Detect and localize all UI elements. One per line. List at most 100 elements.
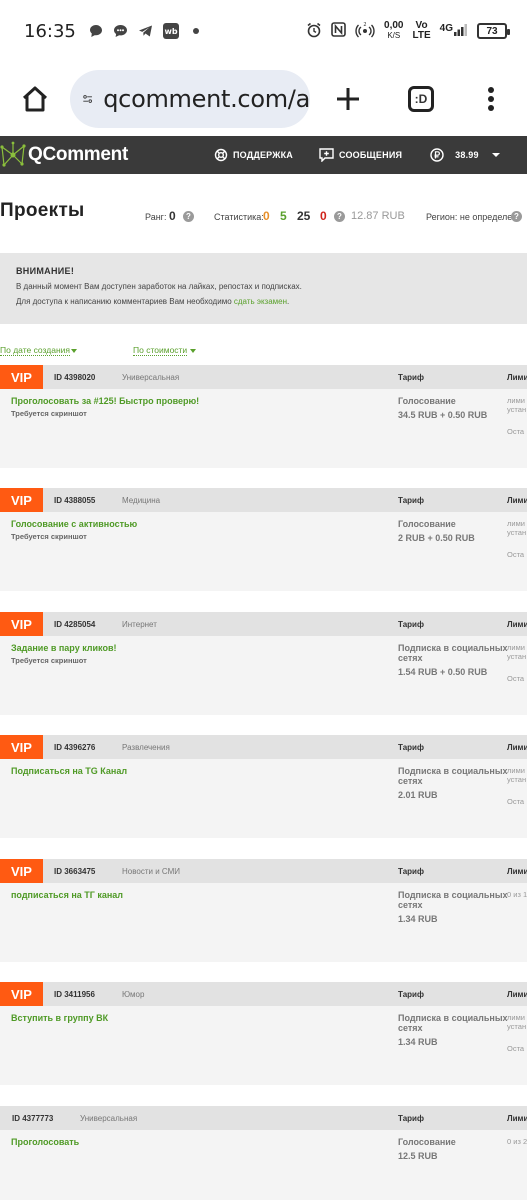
task-remaining: Оста [507,550,525,559]
browser-menu-button[interactable] [456,69,526,129]
task-tariff: Подписка в социальных сетях [398,766,508,786]
task-price: 1.34 RUB [398,914,438,924]
task-card-header: VIP ID 3411956 Юмор Тариф Лими [0,982,527,1006]
tariff-header: Тариф [398,373,424,382]
task-card-header: VIP ID 4388055 Медицина Тариф Лими [0,488,527,512]
task-card-body: Проголосовать Голосование 12.5 RUB 0 из 2 [0,1130,527,1200]
task-price: 12.5 RUB [398,1151,438,1161]
sort-controls: По дате создания По стоимости [0,344,527,358]
task-title-link[interactable]: Голосование с активностью [11,519,137,529]
task-card-header: ID 4377773 Универсальная Тариф Лими [0,1106,527,1130]
page-title: Проекты [0,200,85,221]
alarm-icon [306,22,322,41]
site-logo[interactable]: QComment [0,141,128,169]
task-card[interactable]: VIP ID 4398020 Универсальная Тариф Лими Прого… [0,365,527,468]
task-title-link[interactable]: Подписаться на TG Канал [11,766,127,776]
home-icon [22,86,48,112]
task-id: ID 4398020 [54,373,96,382]
battery-indicator: 73 [477,23,510,39]
svg-text:2: 2 [363,22,366,28]
task-category: Медицина [122,496,161,505]
system-icons: 2 0,00 K/S Vo LTE 4G 73 [306,21,510,41]
task-card[interactable]: VIP ID 3411956 Юмор Тариф Лими Вступить в гру… [0,982,527,1085]
task-limit-line-1: лими [507,643,525,652]
chevron-down-icon [491,153,500,157]
task-title-link[interactable]: Проголосовать за #125! Быстро проверю! [11,396,199,406]
task-id: ID 4396276 [54,743,96,752]
rank-label: Ранг: [145,212,167,222]
task-price: 1.54 RUB + 0.50 RUB [398,667,488,677]
home-button[interactable] [0,69,70,129]
task-card[interactable]: ID 4377773 Универсальная Тариф Лими Проголос… [0,1106,527,1200]
task-card[interactable]: VIP ID 4388055 Медицина Тариф Лими Голосовани… [0,488,527,591]
task-remaining: Оста [507,797,525,806]
sort-by-price[interactable]: По стоимости [133,345,188,356]
vip-badge: VIP [0,859,43,883]
limit-header: Лими [507,620,527,629]
stats-money: 12.87 RUB [351,210,405,222]
task-price: 34.5 RUB + 0.50 RUB [398,410,488,420]
plus-icon [337,88,359,110]
task-card-body: Подписаться на TG Канал Подписка в социал… [0,759,527,838]
task-card-body: Голосование с активностью Требуется скрин… [0,512,527,591]
task-limit-line-1: лими [507,766,525,775]
rank-value: 0 [169,209,176,223]
task-id: ID 4285054 [54,620,96,629]
task-card-header: VIP ID 4398020 Универсальная Тариф Лими [0,365,527,389]
dot-icon [188,23,204,39]
notification-icons: wb [88,23,204,39]
task-limit: лими устан [507,1013,526,1031]
vip-badge: VIP [0,612,43,636]
vip-badge: VIP [0,365,43,389]
task-limit-line-2: устан [507,652,527,661]
stats-help-icon[interactable]: ? [334,211,345,222]
message-plus-icon [319,148,334,162]
task-card[interactable]: VIP ID 4396276 Развлечения Тариф Лими Подписа… [0,735,527,838]
address-bar[interactable]: qcomment.com/a [70,70,310,128]
exam-link[interactable]: сдать экзамен [234,297,287,306]
task-limit-line-1: лими [507,519,525,528]
task-title-link[interactable]: подписаться на ТГ канал [11,890,123,900]
task-remaining: Оста [507,427,525,436]
region-label: Регион: не определен [426,212,518,222]
region-help-icon[interactable]: ? [511,211,522,222]
messages-link[interactable]: СООБЩЕНИЯ [319,148,402,162]
new-tab-button[interactable] [310,69,386,129]
stats-label: Статистика: [214,212,264,222]
wb-icon: wb [162,23,179,39]
notice-line-1: В данный момент Вам доступен заработок н… [16,282,302,291]
task-title-link[interactable]: Вступить в группу ВК [11,1013,108,1023]
limit-header: Лими [507,867,527,876]
site-settings-icon[interactable] [82,86,93,112]
limit-header: Лими [507,990,527,999]
limit-header: Лими [507,1114,527,1123]
task-limit-line-2: устан [507,775,527,784]
balance-dropdown[interactable]: 38.99 [430,148,506,162]
chat-bubble-icon [88,23,104,39]
support-link[interactable]: ПОДДЕРЖКА [214,148,293,162]
task-title-link[interactable]: Проголосовать [11,1137,79,1147]
task-card-body: подписаться на ТГ канал Подписка в социал… [0,883,527,962]
svg-text:wb: wb [164,27,177,36]
task-card-header: VIP ID 4285054 Интернет Тариф Лими [0,612,527,636]
net-speed: 0,00 K/S [384,21,403,41]
telegram-icon [138,23,154,39]
task-card-header: VIP ID 3663475 Новости и СМИ Тариф Лими [0,859,527,883]
tariff-header: Тариф [398,496,424,505]
sort-by-date[interactable]: По дате создания [0,345,71,356]
task-limit: лими устан [507,396,526,414]
task-category: Универсальная [122,373,180,382]
task-card[interactable]: VIP ID 4285054 Интернет Тариф Лими Задание в … [0,612,527,715]
stat-value-red: 0 [320,209,327,223]
task-limit-line-2: устан [507,1022,527,1031]
task-price: 2.01 RUB [398,790,438,800]
task-card[interactable]: VIP ID 3663475 Новости и СМИ Тариф Лими подпи… [0,859,527,962]
site-header: QComment ПОДДЕРЖКА СООБЩЕНИЯ 38.99 [0,136,527,174]
task-title-link[interactable]: Задание в пару кликов! [11,643,116,653]
notice-line-2-suffix: . [287,297,290,306]
rank-help-icon[interactable]: ? [183,211,194,222]
task-id: ID 4377773 [12,1114,54,1123]
task-requirement: Требуется скриншот [11,409,87,418]
tabs-button[interactable]: :D [386,69,456,129]
signal-icon [454,23,468,39]
